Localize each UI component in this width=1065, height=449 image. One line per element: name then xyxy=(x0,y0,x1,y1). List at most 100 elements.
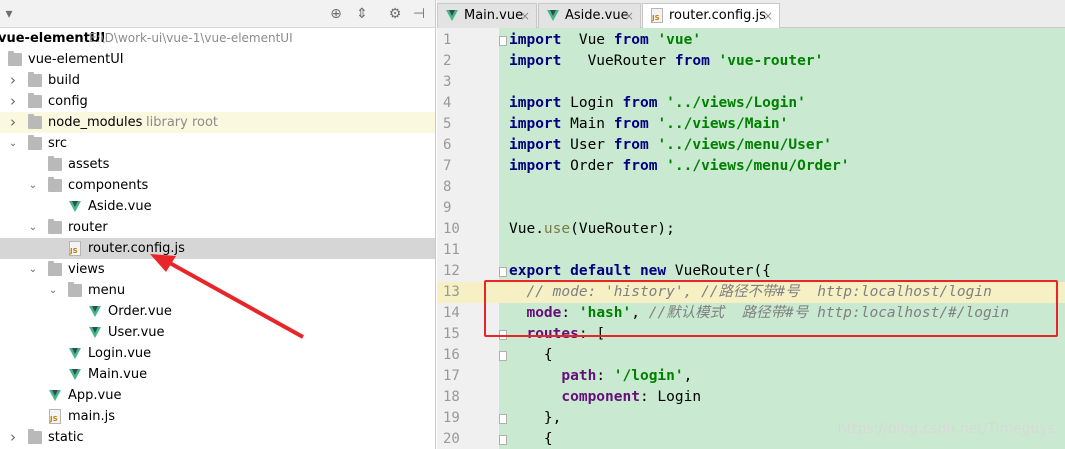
folder-icon xyxy=(48,261,62,276)
tree-item-label: menu xyxy=(88,283,126,298)
folder-icon xyxy=(48,219,62,234)
code-token-kw: import xyxy=(509,32,562,48)
tree-item-router[interactable]: ⌄ router xyxy=(0,217,435,238)
tree-item-login-vue[interactable]: Login.vue xyxy=(0,343,435,364)
code-line[interactable]: import Main from '../views/Main' xyxy=(509,114,788,135)
code-line[interactable]: import User from '../views/menu/User' xyxy=(509,135,832,156)
chevron-down-icon[interactable]: ⌄ xyxy=(28,217,38,238)
editor-tab-router-config-js[interactable]: JS router.config.js × xyxy=(642,3,780,29)
tree-item-assets[interactable]: assets xyxy=(0,154,435,175)
tree-item-aside-vue[interactable]: Aside.vue xyxy=(0,196,435,217)
code-line[interactable]: import Order from '../views/menu/Order' xyxy=(509,156,849,177)
line-number: 1 xyxy=(443,32,452,48)
tree-item-label: views xyxy=(68,262,105,277)
code-line[interactable]: }, xyxy=(509,408,561,429)
tree-item-main-js[interactable]: JS main.js xyxy=(0,406,435,427)
tree-item-label: Login.vue xyxy=(88,346,152,361)
folder-icon xyxy=(28,93,42,108)
tree-item-views[interactable]: ⌄ views xyxy=(0,259,435,280)
chevron-down-icon[interactable]: ⌄ xyxy=(28,175,38,196)
folder-icon xyxy=(28,429,42,444)
code-token: VueRouter xyxy=(561,53,675,69)
tree-item-label: build xyxy=(48,73,80,88)
code-token: { xyxy=(509,347,553,363)
code-line[interactable]: path: '/login', xyxy=(509,366,692,387)
code-token: Order xyxy=(561,158,623,174)
code-token: (VueRouter); xyxy=(570,221,675,237)
code-line[interactable]: { xyxy=(509,429,553,449)
tree-item-vue-elementui[interactable]: ⌄vue-elementUI xyxy=(0,49,435,70)
chevron-down-icon[interactable]: ⌄ xyxy=(28,259,38,280)
tree-item-build[interactable]: › build xyxy=(0,70,435,91)
vue-file-icon xyxy=(446,10,458,21)
code-token-prop: component xyxy=(561,389,640,405)
code-token: : Login xyxy=(639,389,702,405)
tree-item-src[interactable]: ⌄ src xyxy=(0,133,435,154)
fold-marker-icon[interactable] xyxy=(499,414,507,424)
collapse-all-icon[interactable]: ⇕ xyxy=(353,5,371,23)
js-file-icon: JS xyxy=(651,8,663,23)
chevron-down-icon[interactable]: ⌄ xyxy=(8,133,18,154)
line-number: 6 xyxy=(443,137,452,153)
tree-item-label: static xyxy=(48,430,84,445)
code-line[interactable]: import VueRouter from 'vue-router' xyxy=(509,51,823,72)
line-number: 10 xyxy=(443,221,460,237)
close-tab-icon[interactable]: × xyxy=(763,4,773,28)
tree-item-main-vue[interactable]: Main.vue xyxy=(0,364,435,385)
tree-item-user-vue[interactable]: User.vue xyxy=(0,322,435,343)
code-token: Main xyxy=(561,116,614,132)
vue-file-icon xyxy=(69,201,81,212)
chevron-right-icon[interactable]: › xyxy=(8,91,18,112)
close-tab-icon[interactable]: × xyxy=(624,4,634,28)
code-token-kw: import xyxy=(509,158,562,174)
locate-file-icon[interactable]: ⊕ xyxy=(327,5,345,23)
tree-item-config[interactable]: › config xyxy=(0,91,435,112)
line-number: 12 xyxy=(443,263,460,279)
settings-gear-icon[interactable]: ⚙ xyxy=(386,5,404,23)
code-token-str: '../views/menu/Order' xyxy=(666,158,850,174)
chevron-right-icon[interactable]: › xyxy=(8,427,18,448)
line-number: 18 xyxy=(443,389,460,405)
fold-marker-icon[interactable] xyxy=(499,435,507,445)
tree-item-components[interactable]: ⌄ components xyxy=(0,175,435,196)
tree-item-app-vue[interactable]: App.vue xyxy=(0,385,435,406)
editor-tab-main-vue[interactable]: Main.vue × xyxy=(437,3,537,28)
editor-tab-aside-vue[interactable]: Aside.vue × xyxy=(538,3,641,28)
code-token: : xyxy=(596,368,614,384)
code-line[interactable]: import Login from '../views/Login' xyxy=(509,93,806,114)
fold-marker-icon[interactable] xyxy=(499,351,507,361)
tree-item-static[interactable]: › static xyxy=(0,427,435,448)
vue-file-icon xyxy=(69,369,81,380)
close-tab-icon[interactable]: × xyxy=(520,4,530,28)
code-line[interactable]: Vue.use(VueRouter); xyxy=(509,219,675,240)
tree-item-label: Aside.vue xyxy=(88,199,152,214)
hide-panel-icon[interactable]: ⊣ xyxy=(410,5,428,23)
chevron-down-icon[interactable]: ⌄ xyxy=(48,280,58,301)
tree-item-order-vue[interactable]: Order.vue xyxy=(0,301,435,322)
code-token-kw: import xyxy=(509,53,562,69)
tree-item-node-modules[interactable]: › node_modules library root xyxy=(0,112,435,133)
line-number: 20 xyxy=(443,431,460,447)
chevron-right-icon[interactable]: › xyxy=(8,70,18,91)
tree-item-label: User.vue xyxy=(108,325,165,340)
code-line[interactable]: { xyxy=(509,345,553,366)
code-token-kw: import xyxy=(509,116,562,132)
fold-marker-icon[interactable] xyxy=(499,36,507,46)
tree-item-router-config-js[interactable]: JS router.config.js xyxy=(0,238,435,259)
code-token-str: '../views/Login' xyxy=(666,95,806,111)
tab-label: Aside.vue xyxy=(565,8,629,23)
code-line[interactable]: import Vue from 'vue' xyxy=(509,30,701,51)
js-file-icon: JS xyxy=(69,241,81,256)
line-number: 17 xyxy=(443,368,460,384)
vue-file-icon xyxy=(547,10,559,21)
chevron-right-icon[interactable]: › xyxy=(8,112,18,133)
tab-label: Main.vue xyxy=(464,8,524,23)
code-line[interactable]: component: Login xyxy=(509,387,701,408)
line-number: 2 xyxy=(443,53,452,69)
project-view-dropdown-icon[interactable]: ▾ xyxy=(0,5,18,23)
tree-item-menu[interactable]: ⌄ menu xyxy=(0,280,435,301)
project-root-header[interactable]: vue-elementUI E:\D\work-ui\vue-1\vue-ele… xyxy=(0,28,435,49)
code-line[interactable]: export default new VueRouter({ xyxy=(509,261,771,282)
fold-marker-icon[interactable] xyxy=(499,267,507,277)
code-token: Vue xyxy=(561,32,614,48)
